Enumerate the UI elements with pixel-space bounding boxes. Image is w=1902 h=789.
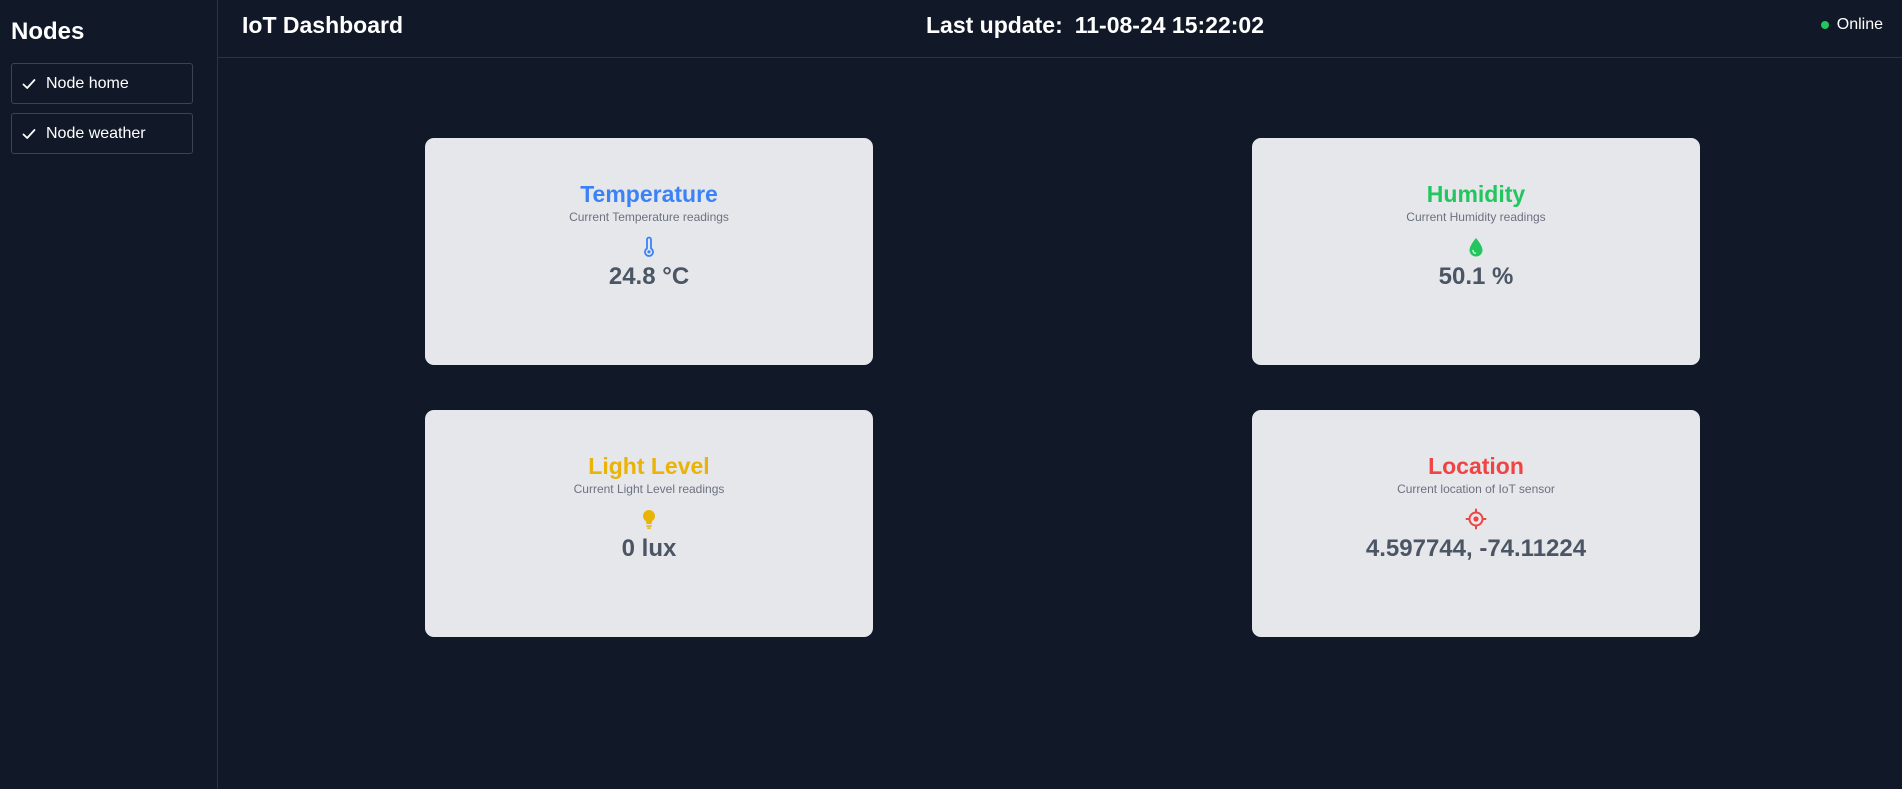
lightbulb-icon — [637, 507, 661, 531]
card-subtitle: Current Light Level readings — [573, 482, 725, 496]
page-title: IoT Dashboard — [242, 12, 404, 38]
location-card: Location Current location of IoT sensor … — [1252, 410, 1700, 637]
sidebar-item-label: Node home — [46, 74, 129, 92]
card-subtitle: Current Temperature readings — [569, 210, 729, 224]
card-title: Temperature — [580, 181, 718, 207]
crosshair-icon — [1464, 507, 1488, 531]
header: IoT Dashboard Last update: 11-08-24 15:22… — [218, 0, 1902, 58]
light-level-card: Light Level Current Light Level readings… — [425, 410, 873, 637]
thermometer-icon — [637, 235, 661, 259]
check-icon — [22, 78, 36, 89]
sidebar-item-node-weather[interactable]: Node weather — [11, 113, 193, 154]
status-text: Online — [1836, 16, 1883, 33]
sidebar: Nodes Node home Node weather — [0, 0, 218, 789]
card-title: Light Level — [588, 453, 710, 479]
location-value: 4.597744, -74.11224 — [1365, 535, 1587, 562]
card-subtitle: Current location of IoT sensor — [1397, 482, 1555, 496]
temperature-card: Temperature Current Temperature readings… — [425, 138, 873, 365]
last-update-label: Last update: — [926, 12, 1063, 38]
humidity-value: 50.1 % — [1438, 263, 1514, 290]
sidebar-item-label: Node weather — [46, 124, 146, 142]
card-subtitle: Current Humidity readings — [1406, 210, 1546, 224]
sidebar-item-node-home[interactable]: Node home — [11, 63, 193, 104]
card-title: Location — [1428, 453, 1524, 479]
light-level-value: 0 lux — [621, 535, 677, 562]
sidebar-title: Nodes — [11, 18, 85, 45]
temperature-value: 24.8 °C — [608, 263, 690, 290]
humidity-card: Humidity Current Humidity readings 50.1 … — [1252, 138, 1700, 365]
app: Nodes Node home Node weather IoT Dashboa… — [0, 0, 1902, 789]
status-dot-icon — [1820, 21, 1829, 29]
check-icon — [22, 128, 36, 139]
last-update: Last update: 11-08-24 15:22:02 — [926, 12, 1264, 38]
status-indicator: Online — [1820, 16, 1883, 34]
card-title: Humidity — [1426, 181, 1526, 207]
droplet-icon — [1464, 235, 1488, 259]
last-update-timestamp: 11-08-24 15:22:02 — [1074, 12, 1264, 38]
